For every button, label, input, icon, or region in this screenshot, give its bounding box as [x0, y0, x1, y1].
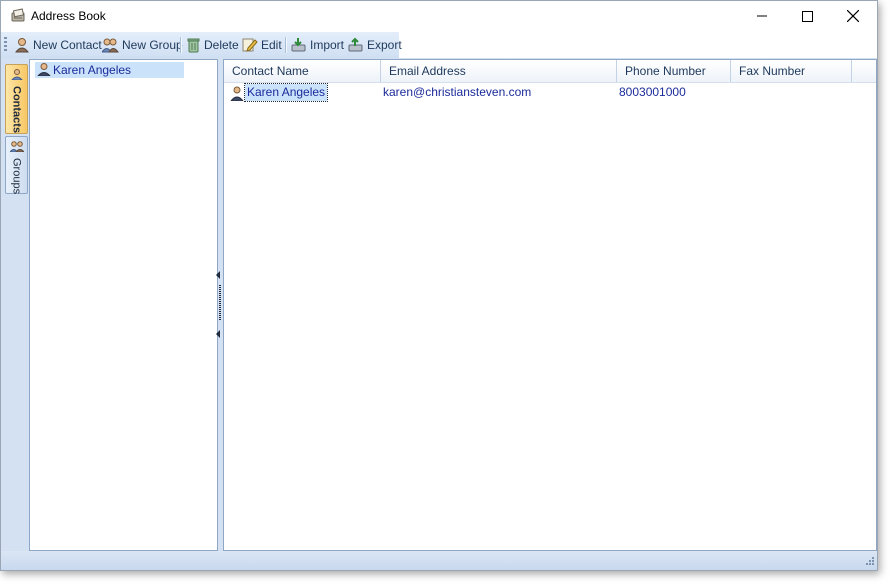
cell-contact-name[interactable]: Karen Angeles [243, 83, 329, 102]
pane-splitter[interactable] [216, 59, 223, 549]
cell-phone[interactable]: 8003001000 [619, 83, 686, 102]
contact-icon [36, 62, 52, 79]
new-group-label: New Group [122, 38, 183, 52]
tab-contacts-label: Contacts [10, 86, 23, 134]
export-button[interactable]: Export [348, 35, 402, 55]
trash-icon [186, 37, 201, 53]
maximize-icon [801, 10, 813, 22]
export-label: Export [367, 38, 402, 52]
minimize-icon [757, 11, 767, 21]
pencil-icon [242, 37, 258, 53]
toolbar: New Contact New Group Delete Edit Import… [1, 32, 402, 59]
contacts-tree[interactable]: Karen Angeles [29, 59, 218, 551]
import-button[interactable]: Import [291, 35, 344, 55]
contacts-icon [10, 68, 23, 83]
edit-button[interactable]: Edit [242, 35, 282, 55]
import-icon [291, 37, 307, 53]
main-area: Contacts Groups Karen Angeles Contact Na… [1, 58, 877, 551]
address-book-window: Address Book New Contact New Group Delet… [0, 0, 878, 571]
contact-icon [15, 37, 30, 53]
toolbar-separator [285, 37, 287, 53]
export-icon [348, 37, 364, 53]
table-row[interactable]: Karen Angeles karen@christiansteven.com … [224, 83, 876, 102]
tab-groups-label: Groups [10, 158, 23, 195]
toolbar-separator [180, 37, 182, 53]
minimize-button[interactable] [739, 1, 785, 31]
address-book-icon [10, 8, 26, 24]
import-label: Import [310, 38, 345, 52]
column-header-contact-name[interactable]: Contact Name [224, 60, 381, 82]
title-bar: Address Book [1, 1, 877, 31]
close-button[interactable] [830, 1, 876, 31]
column-header-email[interactable]: Email Address [381, 60, 617, 82]
new-group-button[interactable]: New Group [102, 35, 183, 55]
close-icon [847, 10, 859, 22]
toolbar-grip[interactable] [4, 37, 7, 53]
resize-grip-icon[interactable] [864, 557, 875, 568]
delete-button[interactable]: Delete [186, 35, 239, 55]
new-contact-button[interactable]: New Contact [15, 35, 102, 55]
tab-contacts[interactable]: Contacts [5, 64, 28, 134]
contact-icon [229, 83, 245, 102]
tree-item-label: Karen Angeles [53, 63, 132, 77]
tab-groups[interactable]: Groups [5, 136, 28, 194]
window-title: Address Book [31, 9, 106, 23]
new-contact-label: New Contact [33, 38, 102, 52]
cell-email[interactable]: karen@christiansteven.com [383, 83, 531, 102]
edit-label: Edit [261, 38, 282, 52]
column-header-fax[interactable]: Fax Number [731, 60, 852, 82]
group-icon [102, 37, 119, 53]
groups-icon [8, 140, 25, 155]
tree-item[interactable]: Karen Angeles [35, 62, 184, 78]
maximize-button[interactable] [784, 1, 830, 31]
grid-header: Contact Name Email Address Phone Number … [224, 60, 876, 83]
contacts-grid: Contact Name Email Address Phone Number … [223, 59, 877, 551]
status-bar [1, 551, 877, 570]
column-header-phone[interactable]: Phone Number [617, 60, 731, 82]
delete-label: Delete [204, 38, 239, 52]
